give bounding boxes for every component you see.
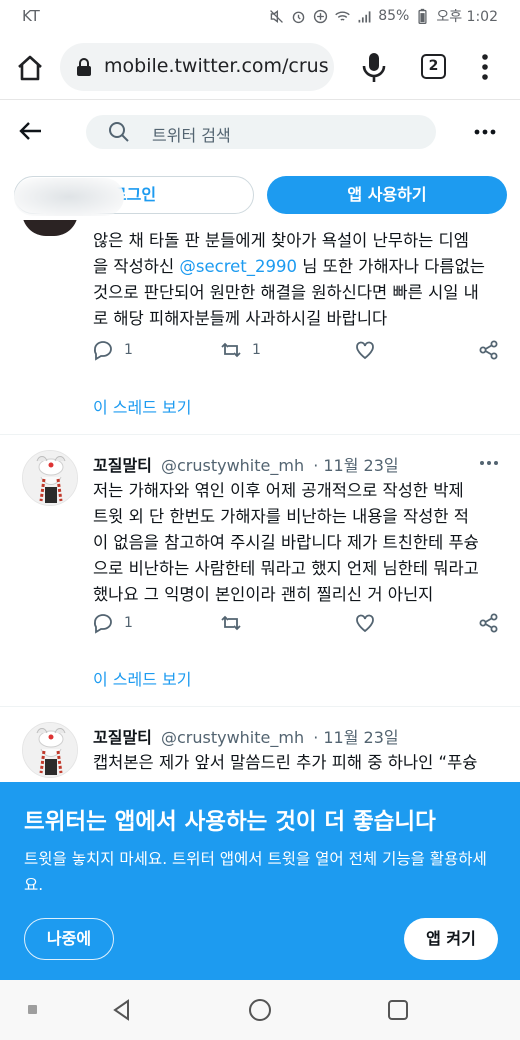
tweet-header: 꼬질말티 @crustywhite_mh · 11월 23일	[93, 724, 399, 748]
carrier-label: KT	[22, 7, 40, 25]
battery-icon	[418, 8, 427, 24]
reply-button[interactable]: 1	[92, 338, 133, 362]
share-icon	[479, 340, 498, 360]
search-icon	[109, 122, 129, 142]
tweet-more-icon[interactable]	[479, 460, 499, 466]
browser-toolbar: mobile.twitter.com/crus 2	[0, 34, 520, 100]
share-button[interactable]	[478, 611, 500, 635]
tweet-line: 캡처본은 제가 앞서 말씀드린 추가 피해 중 하나인 “푸슝	[93, 753, 478, 772]
nav-home-icon[interactable]	[248, 998, 272, 1022]
nav-back-icon[interactable]	[110, 998, 134, 1022]
search-placeholder: 트위터 검색	[152, 126, 231, 145]
author-handle[interactable]: @crustywhite_mh	[161, 456, 304, 475]
tweet-line-part: 님 또한 가해자나 다름없는	[297, 257, 485, 276]
tweet-divider	[0, 706, 520, 707]
tweet-header: 꼬질말티 @crustywhite_mh · 11월 23일	[93, 452, 399, 476]
retweet-icon	[221, 615, 241, 631]
tweet-feed: 않은 채 타돌 판 분들에게 찾아가 욕설이 난무하는 디엠 을 작성하신 @s…	[0, 212, 520, 782]
twitter-header: 트위터 검색	[0, 100, 520, 162]
tweet-text: 캡처본은 제가 앞서 말씀드린 추가 피해 중 하나인 “푸슝	[93, 750, 508, 776]
data-saver-icon	[314, 9, 328, 23]
tweet-text: 않은 채 타돌 판 분들에게 찾아가 욕설이 난무하는 디엠 을 작성하신 @s…	[93, 228, 508, 332]
avatar[interactable]	[22, 450, 78, 506]
tweet-divider	[0, 434, 520, 435]
mention-link[interactable]: @secret_2990	[179, 257, 297, 276]
signal-icon	[358, 10, 371, 22]
avatar[interactable]	[22, 722, 78, 778]
avatar-image	[23, 723, 77, 777]
tweet-line: 것으로 판단되어 원만한 해결을 원하신다면 빠른 시일 내	[93, 283, 479, 302]
more-options-icon[interactable]	[474, 128, 496, 136]
like-button[interactable]	[354, 611, 376, 635]
lock-icon	[77, 58, 91, 76]
author-name[interactable]: 꼬질말티	[93, 728, 152, 747]
alarm-icon	[292, 11, 305, 23]
url-text: mobile.twitter.com/crus	[104, 55, 329, 77]
tweet-text: 저는 가해자와 엮인 이후 어제 공개적으로 작성한 박제 트윗 외 단 한번도…	[93, 478, 508, 608]
show-thread-link[interactable]: 이 스레드 보기	[93, 394, 192, 418]
heart-icon	[356, 614, 374, 633]
like-button[interactable]	[354, 338, 376, 362]
microphone-icon[interactable]	[358, 50, 390, 84]
tweet-line: 했나요 그 익명이 본인이라 괜히 찔리신 거 아닌지	[93, 585, 434, 604]
later-button[interactable]: 나중에	[24, 918, 114, 960]
tweet-line: 트윗 외 단 한번도 가해자를 비난하는 내용을 작성한 적	[93, 507, 469, 526]
back-arrow-icon[interactable]	[18, 118, 44, 144]
reply-count: 1	[124, 342, 133, 358]
tab-switcher-button[interactable]: 2	[421, 54, 446, 79]
tweet-line: 로 해당 피해자분들께 사과하시길 바랍니다	[93, 309, 388, 328]
tweet-date[interactable]: · 11월 23일	[313, 456, 398, 475]
retweet-icon	[221, 342, 241, 358]
system-navigation-bar	[0, 980, 520, 1040]
tweet-actions: 1 1	[92, 338, 502, 362]
share-icon	[479, 613, 498, 633]
author-name[interactable]: 꼬질말티	[93, 456, 152, 475]
search-input[interactable]: 트위터 검색	[86, 115, 436, 149]
retweet-count: 1	[252, 342, 261, 358]
banner-description: 트윗을 놓치지 마세요. 트위터 앱에서 트윗을 열어 전체 기능을 활용하세요…	[24, 850, 487, 894]
tweet-actions: 1	[92, 611, 502, 635]
tweet-line: 저는 가해자와 엮인 이후 어제 공개적으로 작성한 박제	[93, 481, 464, 500]
status-icons: 85% 오후 1:02	[268, 6, 498, 26]
retweet-button[interactable]	[220, 611, 242, 635]
tweet-line: 이 없음을 참고하여 주시길 바랍니다 제가 트친한테 푸슝	[93, 533, 479, 552]
recents-dot-icon[interactable]	[28, 1005, 37, 1014]
reply-count: 1	[124, 615, 133, 631]
use-app-button[interactable]: 앱 사용하기	[267, 176, 507, 214]
address-bar[interactable]: mobile.twitter.com/crus	[60, 43, 334, 91]
blurred-overlay	[14, 178, 124, 216]
retweet-button[interactable]: 1	[220, 338, 261, 362]
tweet-line: 으로 비난하는 사람한테 뭐라고 했지 언제 님한테 뭐라고	[93, 559, 479, 578]
nav-recent-apps-icon[interactable]	[386, 998, 410, 1022]
mute-icon	[270, 9, 284, 23]
tweet-line: 않은 채 타돌 판 분들에게 찾아가 욕설이 난무하는 디엠	[93, 231, 469, 250]
reply-icon	[93, 341, 112, 361]
home-icon[interactable]	[14, 52, 46, 84]
share-button[interactable]	[478, 338, 500, 362]
avatar-image	[23, 451, 77, 505]
banner-title: 트위터는 앱에서 사용하는 것이 더 좋습니다	[24, 809, 436, 835]
reply-icon	[93, 614, 112, 634]
open-in-app-banner: 트위터는 앱에서 사용하는 것이 더 좋습니다 트윗을 놓치지 마세요. 트위터…	[0, 782, 520, 980]
browser-menu-icon[interactable]	[475, 52, 495, 82]
heart-icon	[356, 341, 374, 360]
battery-percent: 85%	[378, 8, 410, 24]
author-handle[interactable]: @crustywhite_mh	[161, 728, 304, 747]
tweet-line-part: 을 작성하신	[93, 257, 180, 276]
wifi-icon	[335, 11, 350, 21]
tweet-date[interactable]: · 11월 23일	[313, 728, 398, 747]
reply-button[interactable]: 1	[92, 611, 133, 635]
status-bar: KT 85% 오후 1:02	[0, 0, 520, 34]
open-app-button[interactable]: 앱 켜기	[404, 918, 498, 960]
tweet-line: 을 작성하신 @secret_2990 님 또한 가해자나 다름없는	[93, 254, 508, 280]
clock: 오후 1:02	[436, 9, 498, 25]
show-thread-link[interactable]: 이 스레드 보기	[93, 666, 192, 690]
